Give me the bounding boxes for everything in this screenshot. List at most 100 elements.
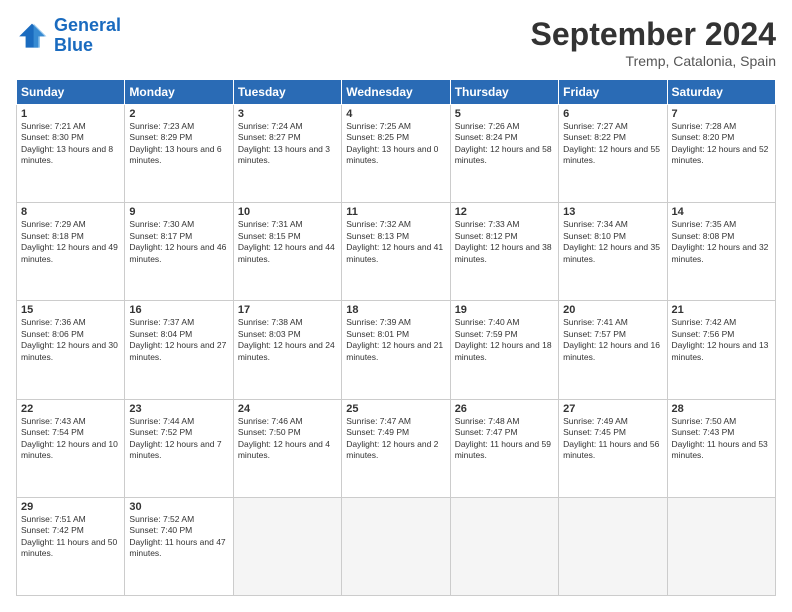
day-info: Sunrise: 7:25 AMSunset: 8:25 PMDaylight:… bbox=[346, 121, 445, 167]
calendar-cell: 30Sunrise: 7:52 AMSunset: 7:40 PMDayligh… bbox=[125, 497, 233, 595]
day-number: 23 bbox=[129, 403, 228, 415]
day-number: 7 bbox=[672, 108, 771, 120]
day-number: 27 bbox=[563, 403, 662, 415]
day-number: 20 bbox=[563, 304, 662, 316]
day-info: Sunrise: 7:32 AMSunset: 8:13 PMDaylight:… bbox=[346, 219, 445, 265]
calendar-cell: 28Sunrise: 7:50 AMSunset: 7:43 PMDayligh… bbox=[667, 399, 775, 497]
day-info: Sunrise: 7:28 AMSunset: 8:20 PMDaylight:… bbox=[672, 121, 771, 167]
calendar-cell: 3Sunrise: 7:24 AMSunset: 8:27 PMDaylight… bbox=[233, 105, 341, 203]
header-friday: Friday bbox=[559, 80, 667, 105]
title-block: September 2024 Tremp, Catalonia, Spain bbox=[531, 16, 776, 69]
calendar-cell: 9Sunrise: 7:30 AMSunset: 8:17 PMDaylight… bbox=[125, 203, 233, 301]
day-number: 28 bbox=[672, 403, 771, 415]
week-row-2: 8Sunrise: 7:29 AMSunset: 8:18 PMDaylight… bbox=[17, 203, 776, 301]
calendar-cell: 23Sunrise: 7:44 AMSunset: 7:52 PMDayligh… bbox=[125, 399, 233, 497]
day-info: Sunrise: 7:38 AMSunset: 8:03 PMDaylight:… bbox=[238, 317, 337, 363]
day-info: Sunrise: 7:39 AMSunset: 8:01 PMDaylight:… bbox=[346, 317, 445, 363]
calendar-cell: 27Sunrise: 7:49 AMSunset: 7:45 PMDayligh… bbox=[559, 399, 667, 497]
calendar-cell: 4Sunrise: 7:25 AMSunset: 8:25 PMDaylight… bbox=[342, 105, 450, 203]
day-number: 30 bbox=[129, 501, 228, 513]
day-number: 6 bbox=[563, 108, 662, 120]
calendar-cell: 29Sunrise: 7:51 AMSunset: 7:42 PMDayligh… bbox=[17, 497, 125, 595]
day-info: Sunrise: 7:21 AMSunset: 8:30 PMDaylight:… bbox=[21, 121, 120, 167]
calendar-cell: 24Sunrise: 7:46 AMSunset: 7:50 PMDayligh… bbox=[233, 399, 341, 497]
logo-icon bbox=[16, 22, 48, 50]
weekday-header-row: Sunday Monday Tuesday Wednesday Thursday… bbox=[17, 80, 776, 105]
header-saturday: Saturday bbox=[667, 80, 775, 105]
day-info: Sunrise: 7:50 AMSunset: 7:43 PMDaylight:… bbox=[672, 416, 771, 462]
day-info: Sunrise: 7:31 AMSunset: 8:15 PMDaylight:… bbox=[238, 219, 337, 265]
day-info: Sunrise: 7:34 AMSunset: 8:10 PMDaylight:… bbox=[563, 219, 662, 265]
day-info: Sunrise: 7:46 AMSunset: 7:50 PMDaylight:… bbox=[238, 416, 337, 462]
calendar-cell bbox=[233, 497, 341, 595]
day-info: Sunrise: 7:47 AMSunset: 7:49 PMDaylight:… bbox=[346, 416, 445, 462]
calendar-cell: 12Sunrise: 7:33 AMSunset: 8:12 PMDayligh… bbox=[450, 203, 558, 301]
week-row-5: 29Sunrise: 7:51 AMSunset: 7:42 PMDayligh… bbox=[17, 497, 776, 595]
day-number: 14 bbox=[672, 206, 771, 218]
day-number: 8 bbox=[21, 206, 120, 218]
page: General Blue September 2024 Tremp, Catal… bbox=[0, 0, 792, 612]
day-number: 25 bbox=[346, 403, 445, 415]
day-info: Sunrise: 7:49 AMSunset: 7:45 PMDaylight:… bbox=[563, 416, 662, 462]
day-info: Sunrise: 7:35 AMSunset: 8:08 PMDaylight:… bbox=[672, 219, 771, 265]
header-tuesday: Tuesday bbox=[233, 80, 341, 105]
location: Tremp, Catalonia, Spain bbox=[531, 53, 776, 69]
day-info: Sunrise: 7:24 AMSunset: 8:27 PMDaylight:… bbox=[238, 121, 337, 167]
day-number: 24 bbox=[238, 403, 337, 415]
day-number: 2 bbox=[129, 108, 228, 120]
day-number: 21 bbox=[672, 304, 771, 316]
day-info: Sunrise: 7:36 AMSunset: 8:06 PMDaylight:… bbox=[21, 317, 120, 363]
calendar-cell: 6Sunrise: 7:27 AMSunset: 8:22 PMDaylight… bbox=[559, 105, 667, 203]
day-info: Sunrise: 7:51 AMSunset: 7:42 PMDaylight:… bbox=[21, 514, 120, 560]
day-number: 10 bbox=[238, 206, 337, 218]
day-info: Sunrise: 7:33 AMSunset: 8:12 PMDaylight:… bbox=[455, 219, 554, 265]
calendar-cell: 7Sunrise: 7:28 AMSunset: 8:20 PMDaylight… bbox=[667, 105, 775, 203]
day-number: 29 bbox=[21, 501, 120, 513]
header-sunday: Sunday bbox=[17, 80, 125, 105]
calendar-cell: 26Sunrise: 7:48 AMSunset: 7:47 PMDayligh… bbox=[450, 399, 558, 497]
calendar-cell: 5Sunrise: 7:26 AMSunset: 8:24 PMDaylight… bbox=[450, 105, 558, 203]
week-row-1: 1Sunrise: 7:21 AMSunset: 8:30 PMDaylight… bbox=[17, 105, 776, 203]
day-number: 1 bbox=[21, 108, 120, 120]
calendar-cell: 8Sunrise: 7:29 AMSunset: 8:18 PMDaylight… bbox=[17, 203, 125, 301]
day-info: Sunrise: 7:40 AMSunset: 7:59 PMDaylight:… bbox=[455, 317, 554, 363]
logo: General Blue bbox=[16, 16, 121, 56]
day-info: Sunrise: 7:30 AMSunset: 8:17 PMDaylight:… bbox=[129, 219, 228, 265]
calendar-cell: 14Sunrise: 7:35 AMSunset: 8:08 PMDayligh… bbox=[667, 203, 775, 301]
calendar-cell bbox=[667, 497, 775, 595]
calendar-cell: 18Sunrise: 7:39 AMSunset: 8:01 PMDayligh… bbox=[342, 301, 450, 399]
calendar-cell: 2Sunrise: 7:23 AMSunset: 8:29 PMDaylight… bbox=[125, 105, 233, 203]
calendar-cell: 16Sunrise: 7:37 AMSunset: 8:04 PMDayligh… bbox=[125, 301, 233, 399]
calendar-cell: 22Sunrise: 7:43 AMSunset: 7:54 PMDayligh… bbox=[17, 399, 125, 497]
day-info: Sunrise: 7:44 AMSunset: 7:52 PMDaylight:… bbox=[129, 416, 228, 462]
calendar-cell: 11Sunrise: 7:32 AMSunset: 8:13 PMDayligh… bbox=[342, 203, 450, 301]
calendar-table: Sunday Monday Tuesday Wednesday Thursday… bbox=[16, 79, 776, 596]
header-wednesday: Wednesday bbox=[342, 80, 450, 105]
day-number: 9 bbox=[129, 206, 228, 218]
calendar-header: Sunday Monday Tuesday Wednesday Thursday… bbox=[17, 80, 776, 105]
calendar-cell bbox=[450, 497, 558, 595]
calendar-body: 1Sunrise: 7:21 AMSunset: 8:30 PMDaylight… bbox=[17, 105, 776, 596]
day-info: Sunrise: 7:48 AMSunset: 7:47 PMDaylight:… bbox=[455, 416, 554, 462]
day-info: Sunrise: 7:29 AMSunset: 8:18 PMDaylight:… bbox=[21, 219, 120, 265]
calendar-cell: 13Sunrise: 7:34 AMSunset: 8:10 PMDayligh… bbox=[559, 203, 667, 301]
header-thursday: Thursday bbox=[450, 80, 558, 105]
month-title: September 2024 bbox=[531, 16, 776, 53]
day-number: 15 bbox=[21, 304, 120, 316]
calendar-cell: 10Sunrise: 7:31 AMSunset: 8:15 PMDayligh… bbox=[233, 203, 341, 301]
day-number: 3 bbox=[238, 108, 337, 120]
header-monday: Monday bbox=[125, 80, 233, 105]
calendar-cell bbox=[342, 497, 450, 595]
logo-text: General Blue bbox=[54, 16, 121, 56]
day-number: 17 bbox=[238, 304, 337, 316]
calendar-cell: 25Sunrise: 7:47 AMSunset: 7:49 PMDayligh… bbox=[342, 399, 450, 497]
day-number: 26 bbox=[455, 403, 554, 415]
week-row-3: 15Sunrise: 7:36 AMSunset: 8:06 PMDayligh… bbox=[17, 301, 776, 399]
day-info: Sunrise: 7:26 AMSunset: 8:24 PMDaylight:… bbox=[455, 121, 554, 167]
day-info: Sunrise: 7:52 AMSunset: 7:40 PMDaylight:… bbox=[129, 514, 228, 560]
calendar-cell: 17Sunrise: 7:38 AMSunset: 8:03 PMDayligh… bbox=[233, 301, 341, 399]
day-number: 16 bbox=[129, 304, 228, 316]
day-number: 11 bbox=[346, 206, 445, 218]
day-number: 5 bbox=[455, 108, 554, 120]
week-row-4: 22Sunrise: 7:43 AMSunset: 7:54 PMDayligh… bbox=[17, 399, 776, 497]
